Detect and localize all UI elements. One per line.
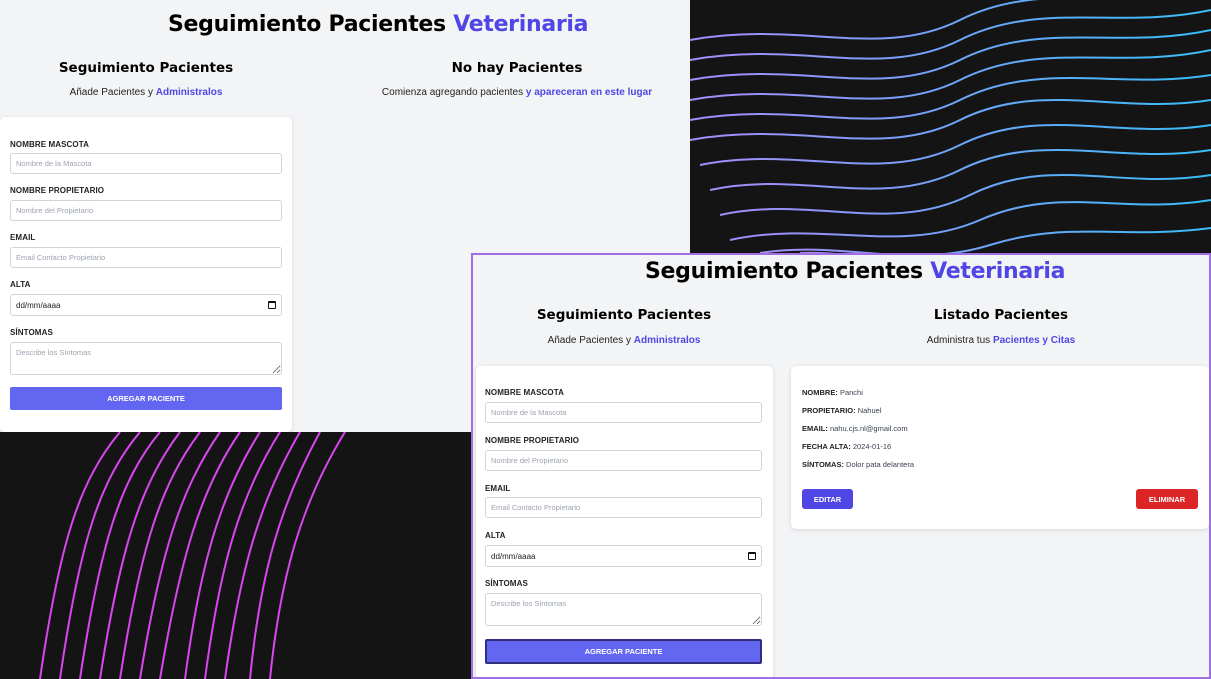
symptoms-textarea[interactable] bbox=[485, 593, 762, 626]
form-section-title: Seguimiento Pacientes bbox=[58, 60, 234, 76]
list-section-title: Listado Pacientes bbox=[933, 307, 1069, 323]
owner-name-label: NOMBRE PROPIETARIO bbox=[10, 186, 105, 195]
date-label: ALTA bbox=[10, 280, 31, 289]
patient-symptoms: SÍNTOMAS: Dolor pata delantera bbox=[802, 460, 915, 469]
calendar-icon[interactable] bbox=[268, 301, 276, 309]
date-input[interactable]: dd/mm/aaaa bbox=[10, 294, 282, 316]
edit-patient-button[interactable]: EDITAR bbox=[802, 489, 853, 509]
date-input[interactable]: dd/mm/aaaa bbox=[485, 545, 762, 567]
app-window-with-patient: Seguimiento Pacientes Veterinaria Seguim… bbox=[471, 253, 1211, 679]
form-section-subtitle: Añade Pacientes y Administralos bbox=[547, 335, 701, 346]
patient-date: FECHA ALTA: 2024-01-16 bbox=[802, 442, 892, 451]
calendar-icon[interactable] bbox=[748, 552, 756, 560]
date-input-value: dd/mm/aaaa bbox=[491, 551, 536, 561]
symptoms-textarea[interactable] bbox=[10, 342, 282, 375]
app-title: Seguimiento Pacientes Veterinaria bbox=[645, 259, 1066, 284]
list-section-subtitle: Administra tus Pacientes y Citas bbox=[926, 335, 1076, 346]
patient-owner: PROPIETARIO: Nahuel bbox=[802, 406, 882, 415]
add-patient-button[interactable]: AGREGAR PACIENTE bbox=[10, 387, 282, 410]
empty-section-subtitle: Comienza agregando pacientes y aparecera… bbox=[381, 87, 653, 98]
pet-name-input[interactable] bbox=[10, 153, 282, 174]
symptoms-label: SÍNTOMAS bbox=[10, 328, 53, 337]
email-input[interactable] bbox=[10, 247, 282, 268]
pet-name-label: NOMBRE MASCOTA bbox=[10, 140, 90, 149]
email-label: EMAIL bbox=[485, 484, 511, 493]
owner-name-label: NOMBRE PROPIETARIO bbox=[485, 436, 580, 445]
patient-form: NOMBRE MASCOTA NOMBRE PROPIETARIO EMAIL … bbox=[0, 117, 292, 432]
symptoms-label: SÍNTOMAS bbox=[485, 579, 528, 588]
patient-name: NOMBRE: Panchi bbox=[802, 388, 863, 397]
form-section-subtitle: Añade Pacientes y Administralos bbox=[69, 87, 223, 98]
date-label: ALTA bbox=[485, 531, 506, 540]
app-title: Seguimiento Pacientes Veterinaria bbox=[168, 12, 589, 37]
owner-name-input[interactable] bbox=[485, 450, 762, 471]
patient-form: NOMBRE MASCOTA NOMBRE PROPIETARIO EMAIL … bbox=[476, 366, 773, 677]
patient-email: EMAIL: nahu.cjs.nl@gmail.com bbox=[802, 424, 908, 433]
email-input[interactable] bbox=[485, 497, 762, 518]
owner-name-input[interactable] bbox=[10, 200, 282, 221]
add-patient-button[interactable]: AGREGAR PACIENTE bbox=[485, 639, 762, 664]
email-label: EMAIL bbox=[10, 233, 36, 242]
pet-name-label: NOMBRE MASCOTA bbox=[485, 388, 565, 397]
delete-patient-button[interactable]: ELIMINAR bbox=[1136, 489, 1198, 509]
date-input-value: dd/mm/aaaa bbox=[16, 300, 61, 310]
empty-section-title: No hay Pacientes bbox=[451, 60, 583, 76]
form-section-title: Seguimiento Pacientes bbox=[536, 307, 712, 323]
pet-name-input[interactable] bbox=[485, 402, 762, 423]
patient-card: NOMBRE: Panchi PROPIETARIO: Nahuel EMAIL… bbox=[791, 366, 1209, 529]
